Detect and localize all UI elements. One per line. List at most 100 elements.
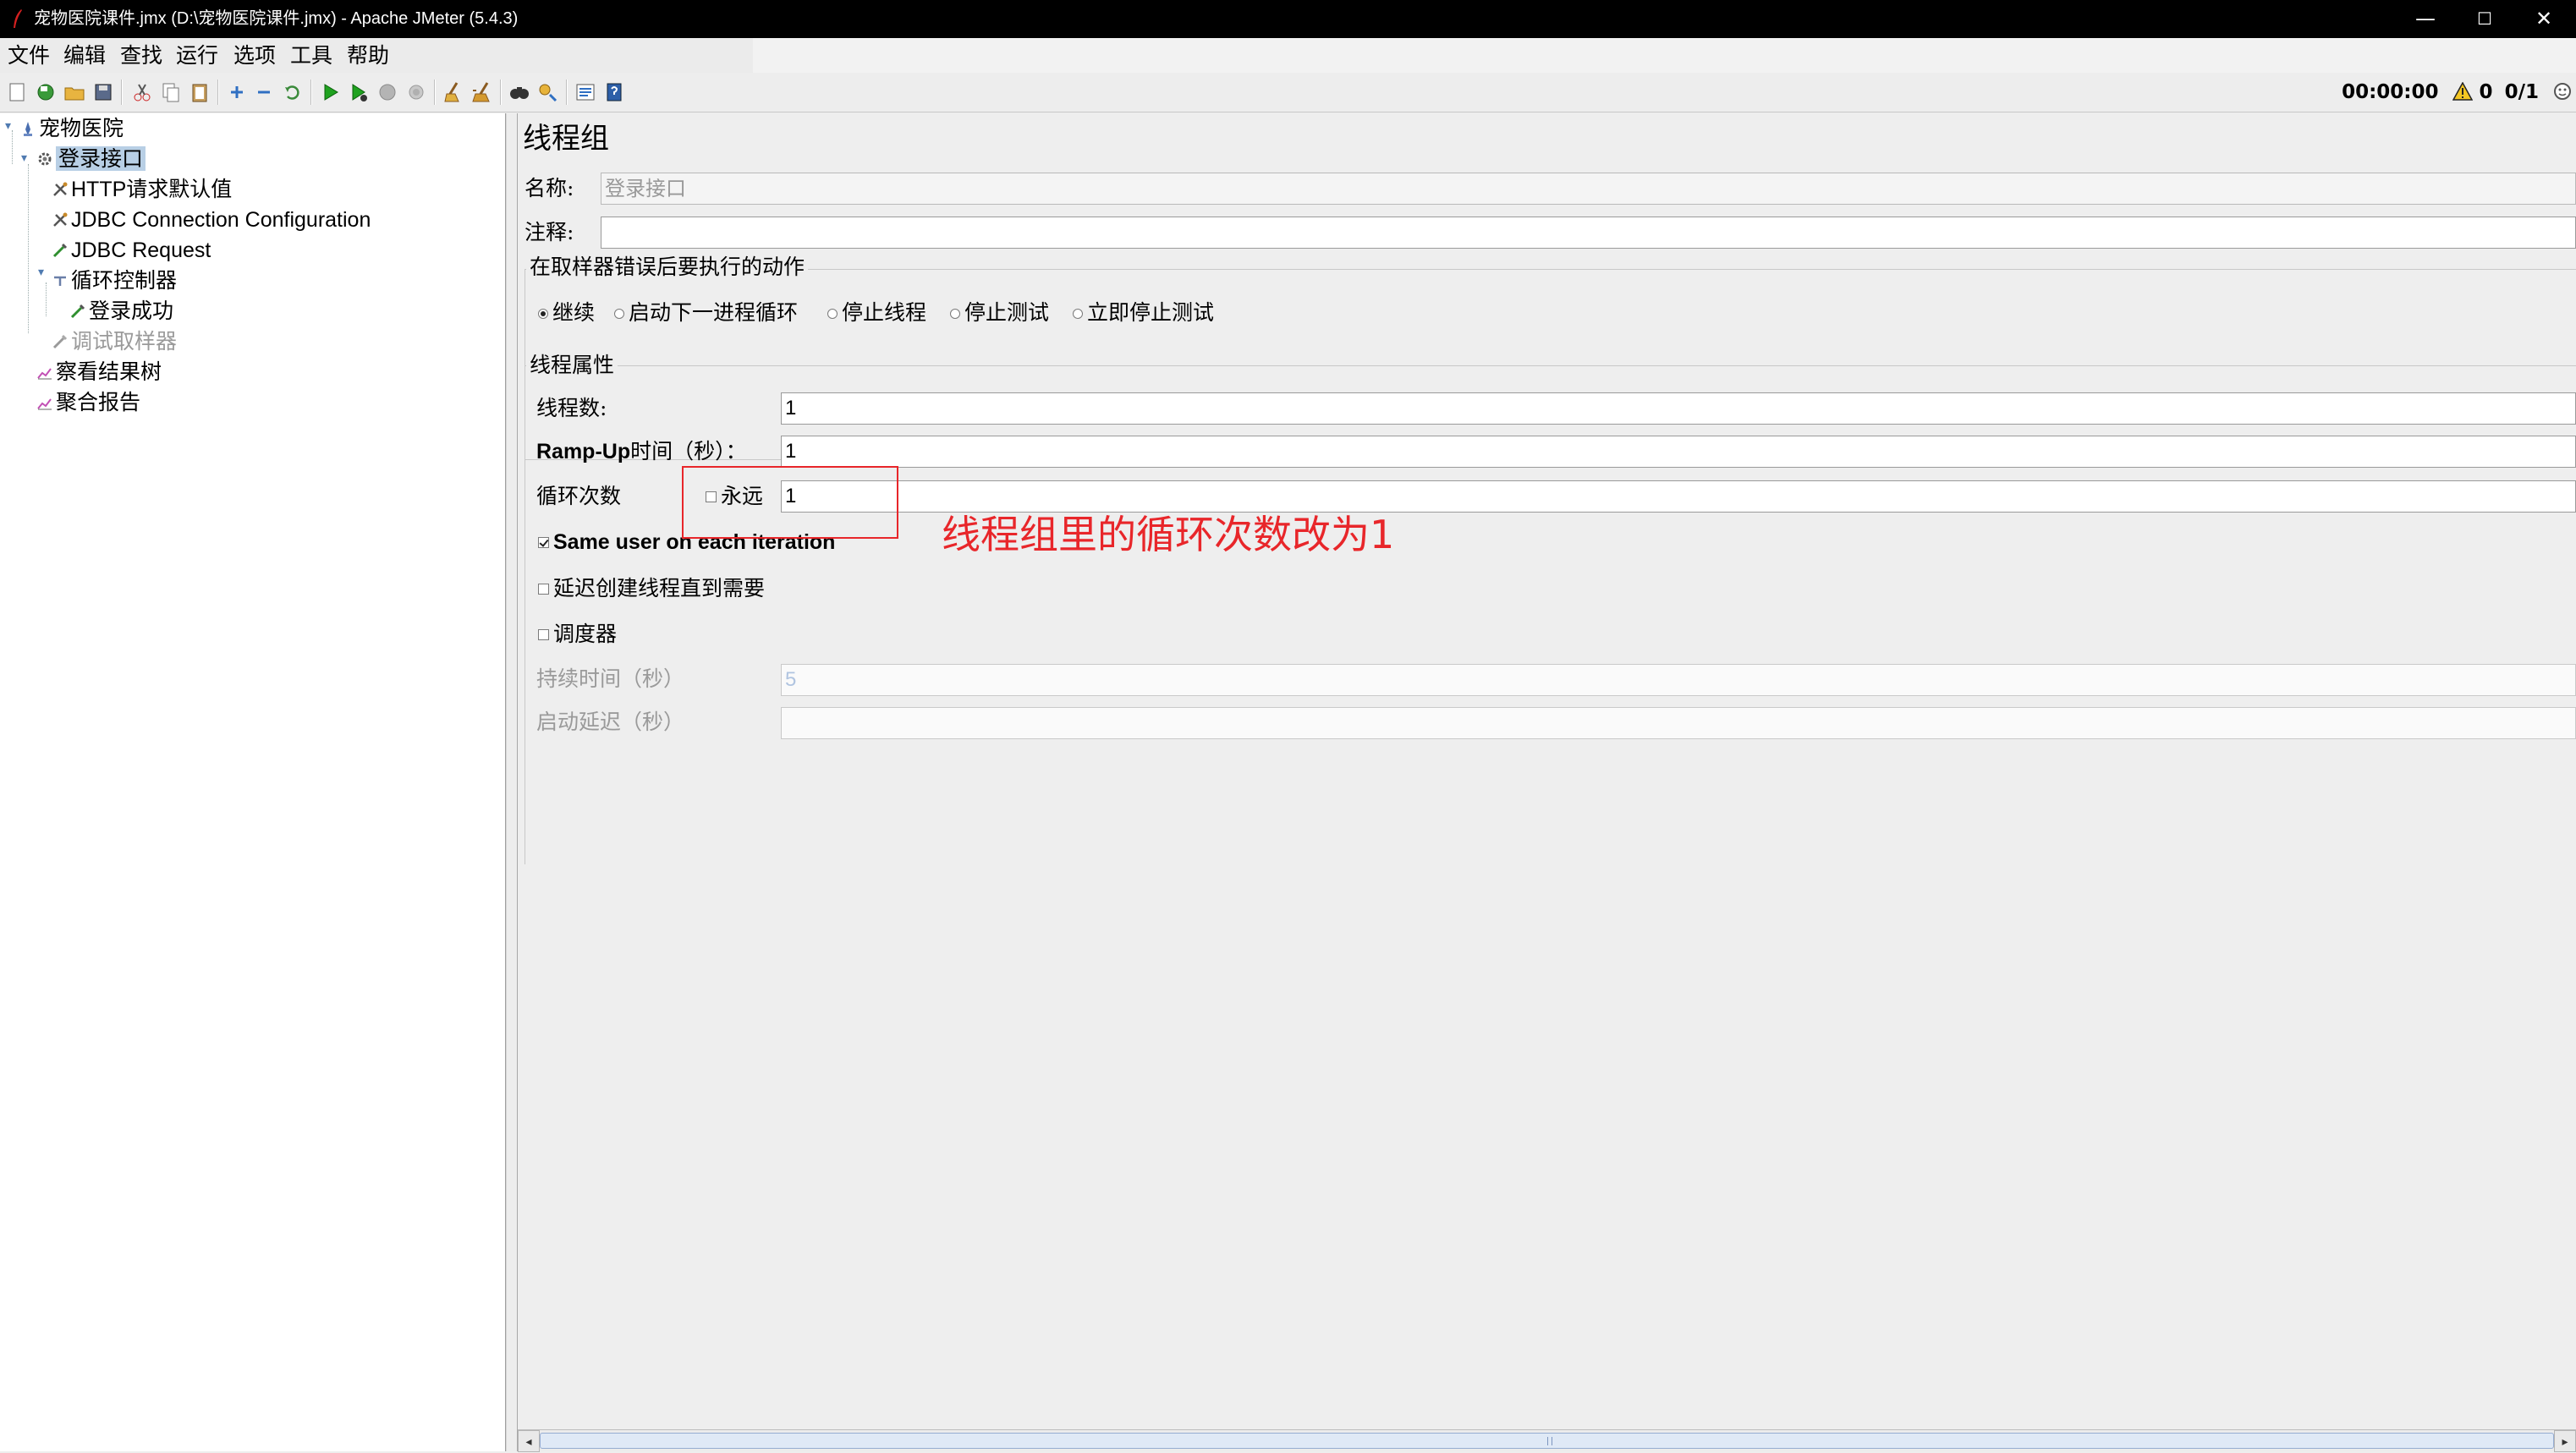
tree-node-jdbc-config[interactable]: JDBC Connection Configuration — [51, 206, 371, 234]
menu-options[interactable]: 选项 — [233, 41, 276, 70]
minimize-button[interactable]: — — [2396, 0, 2455, 38]
templates-icon[interactable] — [32, 79, 59, 106]
toolbar-separator — [566, 80, 568, 105]
tree-label: HTTP请求默认值 — [71, 178, 233, 201]
new-icon[interactable] — [3, 79, 30, 106]
rampup-label: Ramp-Up时间（秒）： — [536, 437, 747, 466]
expand-icon[interactable] — [223, 79, 250, 106]
tree-label: 宠物医院 — [39, 116, 124, 140]
scroll-thumb[interactable] — [540, 1433, 2554, 1449]
copy-icon[interactable] — [157, 79, 184, 106]
clear-all-icon[interactable] — [469, 79, 496, 106]
radio-stop-test-now[interactable]: 立即停止测试 — [1073, 299, 1214, 327]
menu-search[interactable]: 查找 — [120, 41, 162, 70]
active-threads: 0/1 — [2504, 81, 2539, 103]
menu-bar: 文件 编辑 查找 运行 选项 工具 帮助 — [0, 38, 2576, 73]
jmeter-feather-icon — [14, 9, 22, 28]
menu-tools[interactable]: 工具 — [290, 41, 332, 70]
rampup-field[interactable]: 1 — [781, 436, 2576, 468]
toolbar-separator — [217, 80, 219, 105]
help-icon[interactable] — [601, 79, 628, 106]
tree-node-thread-group[interactable]: 登录接口 — [36, 145, 146, 173]
title-bar: 宠物医院课件.jmx (D:\宠物医院课件.jmx) - Apache JMet… — [0, 0, 2576, 38]
startup-delay-field[interactable] — [781, 707, 2576, 739]
expand-toggle-icon[interactable]: ▾ — [21, 151, 27, 165]
start-icon[interactable] — [316, 79, 343, 106]
search-icon[interactable] — [506, 79, 533, 106]
tree-node-test-plan[interactable]: 宠物医院 — [19, 114, 124, 143]
shutdown-icon[interactable] — [403, 79, 430, 106]
menu-run[interactable]: 运行 — [176, 41, 218, 70]
save-icon[interactable] — [90, 79, 117, 106]
start-no-pause-icon[interactable] — [345, 79, 372, 106]
tree-node-aggregate-report[interactable]: 聚合报告 — [36, 388, 140, 417]
tree-node-http-defaults[interactable]: HTTP请求默认值 — [51, 175, 232, 204]
scroll-right-icon[interactable]: ▸ — [2554, 1430, 2576, 1452]
tree-node-jdbc-request[interactable]: JDBC Request — [51, 236, 211, 265]
horizontal-scrollbar[interactable]: ◂ ▸ — [518, 1429, 2576, 1452]
config-element-icon — [53, 212, 68, 227]
loop-count-field[interactable]: 1 — [781, 480, 2576, 513]
name-label: 名称: — [525, 176, 574, 200]
tree-node-results-tree[interactable]: 察看结果树 — [36, 358, 162, 387]
comment-label: 注释: — [525, 220, 574, 244]
threads-field[interactable]: 1 — [781, 392, 2576, 425]
tree-label: 调试取样器 — [71, 329, 178, 354]
tree-label: 登录接口 — [56, 146, 146, 171]
remote-status-icon — [2554, 83, 2571, 100]
paste-icon[interactable] — [186, 79, 213, 106]
sampler-pipette-icon — [70, 304, 85, 319]
radio-stop-test[interactable]: 停止测试 — [950, 299, 1049, 327]
radio-label: 停止线程 — [842, 300, 927, 325]
tree-guide — [46, 282, 47, 316]
cut-icon[interactable] — [129, 79, 156, 106]
rampup-label-en: Ramp-Up — [536, 440, 631, 463]
thread-group-gear-icon — [38, 152, 52, 166]
reset-search-icon[interactable] — [535, 79, 562, 106]
menu-edit[interactable]: 编辑 — [63, 41, 106, 70]
delay-thread-creation-checkbox[interactable]: 延迟创建线程直到需要 — [538, 574, 765, 603]
warning-icon[interactable] — [2452, 82, 2473, 101]
open-icon[interactable] — [61, 79, 88, 106]
rampup-label-cn: 时间（秒）： — [630, 439, 747, 463]
expand-toggle-icon[interactable]: ▾ — [38, 266, 44, 279]
stop-icon[interactable] — [374, 79, 401, 106]
warning-count: 0 — [2479, 81, 2493, 103]
split-pane-divider[interactable] — [506, 113, 518, 1451]
tree-node-login-success[interactable]: 登录成功 — [69, 297, 173, 326]
logic-controller-icon — [54, 276, 66, 286]
tree-label: 聚合报告 — [56, 390, 141, 414]
window-title: 宠物医院课件.jmx (D:\宠物医院课件.jmx) - Apache JMet… — [34, 9, 519, 28]
duration-label: 持续时间（秒） — [536, 666, 685, 691]
expand-toggle-icon[interactable]: ▾ — [5, 119, 11, 133]
radio-dot-icon — [1073, 309, 1083, 319]
tree-guide — [28, 164, 29, 333]
tree-node-loop-controller[interactable]: 循环控制器 — [51, 266, 177, 295]
scroll-left-icon[interactable]: ◂ — [518, 1430, 540, 1452]
radio-label: 立即停止测试 — [1087, 300, 1215, 325]
toggle-icon[interactable] — [279, 79, 306, 106]
toolbar — [0, 73, 2576, 112]
radio-start-next-loop[interactable]: 启动下一进程循环 — [614, 299, 798, 327]
menu-help[interactable]: 帮助 — [347, 41, 389, 70]
name-field[interactable]: 登录接口 — [601, 173, 2576, 205]
radio-stop-thread[interactable]: 停止线程 — [827, 299, 926, 327]
collapse-icon[interactable] — [250, 79, 277, 106]
menu-file[interactable]: 文件 — [8, 41, 50, 70]
close-button[interactable]: ✕ — [2514, 0, 2573, 38]
tree-node-debug-sampler[interactable]: 调试取样器 — [51, 327, 177, 356]
annotation-highlight-box — [682, 466, 898, 539]
radio-continue[interactable]: 继续 — [538, 299, 595, 327]
test-plan-icon — [24, 122, 32, 136]
tree-label: 循环控制器 — [71, 268, 178, 293]
function-helper-icon[interactable] — [572, 79, 599, 106]
startup-delay-label: 启动延迟（秒） — [536, 710, 685, 734]
tree-label: JDBC Request — [71, 239, 211, 262]
tree-guide — [12, 130, 13, 164]
scheduler-checkbox[interactable]: 调度器 — [538, 620, 617, 649]
comment-field[interactable] — [601, 217, 2576, 249]
duration-field[interactable]: 5 — [781, 664, 2576, 696]
maximize-button[interactable]: ☐ — [2455, 0, 2514, 38]
sampler-pipette-icon — [52, 334, 68, 349]
clear-icon[interactable] — [440, 79, 467, 106]
